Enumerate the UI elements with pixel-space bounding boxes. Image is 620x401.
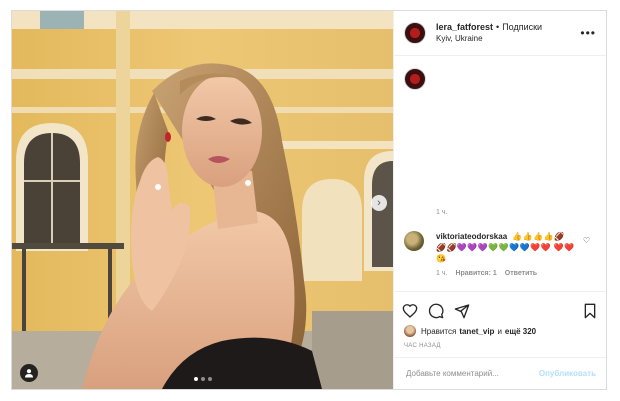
comment-input[interactable] (404, 368, 539, 379)
post-header: lera_fatforest • Подписки Kyiv, Ukraine … (394, 11, 606, 56)
commenter-username[interactable]: viktoriateodorskaa (436, 232, 507, 241)
carousel-dot (207, 377, 212, 381)
carousel-indicator (193, 377, 212, 381)
author-avatar[interactable] (404, 22, 426, 44)
more-options-button[interactable]: ••• (580, 26, 596, 40)
comment-likes-count[interactable]: Нравится: 1 (455, 270, 496, 277)
likes-others-count[interactable]: ещё 320 (505, 327, 536, 336)
tagged-users-button[interactable] (20, 364, 38, 382)
comment-meta: 1 ч. Нравится: 1 Ответить (436, 270, 576, 277)
more-horizontal-icon: ••• (580, 26, 596, 40)
reply-button[interactable]: Ответить (505, 270, 537, 277)
comments-section: 1 ч. viktoriateodorskaa 👍👍👍👍🏈 🏈🏈💜💜💜💚💚💙💙❤… (394, 56, 606, 291)
bookmark-icon[interactable] (582, 303, 598, 319)
liker-username[interactable]: tanet_vip (459, 327, 494, 336)
chevron-right-icon: › (377, 197, 381, 209)
commenter-avatar[interactable] (404, 231, 424, 251)
follow-status-button[interactable]: Подписки (502, 21, 542, 33)
post-location[interactable]: Kyiv, Ukraine (436, 33, 542, 45)
next-slide-button[interactable]: › (371, 195, 387, 211)
post-actions-bar (394, 291, 606, 323)
caption-author-avatar[interactable] (404, 68, 426, 90)
likes-summary: Нравится tanet_vip и ещё 320 (394, 323, 606, 339)
post-photo[interactable]: › (12, 11, 393, 389)
comment-timestamp[interactable]: 1 ч. (436, 270, 447, 277)
like-heart-icon[interactable] (402, 303, 418, 319)
separator-dot: • (496, 22, 500, 32)
add-comment-form: Опубликовать (394, 357, 606, 389)
post-side-panel: lera_fatforest • Подписки Kyiv, Ukraine … (393, 11, 606, 389)
liker-avatar[interactable] (404, 325, 416, 337)
likes-prefix: Нравится (421, 326, 457, 336)
comment-item: viktoriateodorskaa 👍👍👍👍🏈 🏈🏈💜💜💜💚💚💙💙❤️❤️ ❤… (404, 231, 596, 277)
post-dialog: › lera_fatforest • Подписки Kyiv, Ukrain… (11, 10, 607, 390)
user-icon (25, 369, 33, 378)
author-info: lera_fatforest • Подписки Kyiv, Ukraine (436, 21, 542, 45)
share-send-icon[interactable] (454, 303, 470, 319)
carousel-dot (193, 377, 198, 381)
post-timestamp[interactable]: ЧАС НАЗАД (394, 339, 606, 357)
caption-timestamp[interactable]: 1 ч. (436, 209, 447, 216)
publish-button[interactable]: Опубликовать (539, 369, 596, 378)
likes-and: и (497, 326, 502, 336)
photo-image (12, 11, 393, 389)
comment-like-heart-icon[interactable]: ♡ (583, 236, 590, 245)
comment-bubble-icon[interactable] (428, 303, 444, 319)
author-username[interactable]: lera_fatforest (436, 21, 493, 33)
carousel-dot (200, 377, 205, 381)
